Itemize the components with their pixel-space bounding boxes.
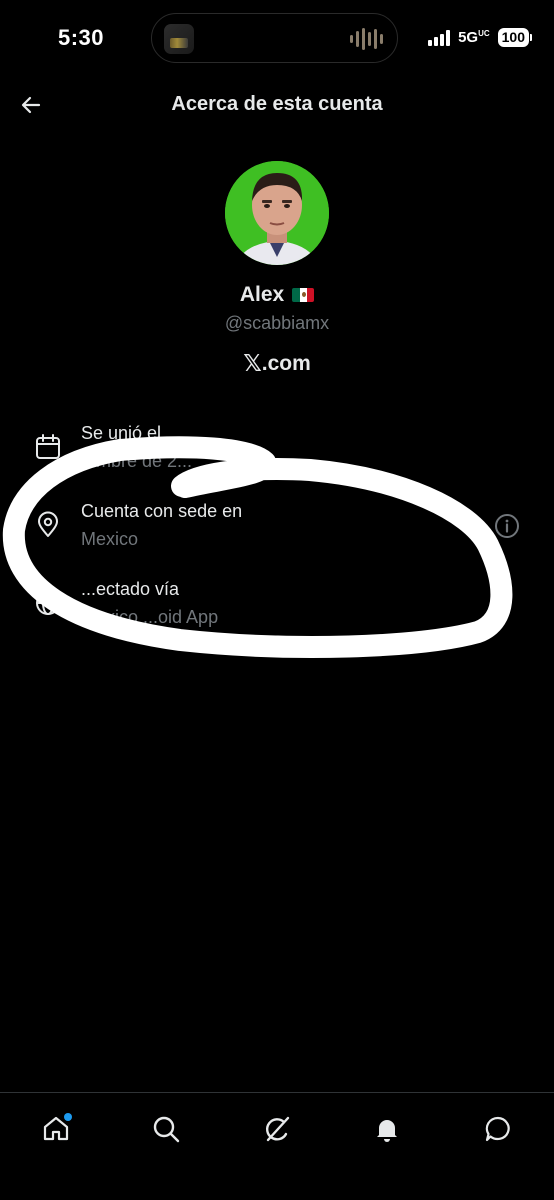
nav-search[interactable] xyxy=(146,1109,186,1149)
profile-handle: @scabbiamx xyxy=(224,313,330,333)
x-logo-icon: 𝕏 xyxy=(243,350,262,376)
platform-domain: .com xyxy=(261,351,311,375)
calendar-icon xyxy=(36,434,60,459)
profile-name: Alex xyxy=(239,283,285,306)
status-indicators: 5GUC 100 xyxy=(428,28,532,47)
info-icon[interactable] xyxy=(494,513,520,539)
status-time: 5:30 xyxy=(58,25,105,50)
grok-icon xyxy=(265,1116,290,1142)
nav-messages[interactable] xyxy=(478,1109,518,1149)
info-row-location: Cuenta con sede en Mexico xyxy=(0,501,554,571)
platform-label: 𝕏 .com xyxy=(0,350,554,377)
profile-name-row: Alex xyxy=(0,283,554,307)
battery-icon: 100 xyxy=(497,28,532,47)
location-label: Cuenta con sede en xyxy=(81,501,243,521)
info-row-joined: Se unió el ...mbre de 2... xyxy=(0,423,554,493)
page-title: Acerca de esta cuenta xyxy=(171,93,383,115)
nav-notifications[interactable] xyxy=(367,1109,407,1149)
bell-icon xyxy=(377,1120,397,1142)
signal-icon xyxy=(428,29,451,46)
avatar-photo xyxy=(225,161,329,265)
avatar[interactable] xyxy=(225,161,329,265)
messages-icon xyxy=(485,1116,510,1142)
location-value: Mexico xyxy=(81,529,139,549)
search-icon xyxy=(153,1116,180,1143)
connected-via-label: ...ectado vía xyxy=(81,579,180,599)
bottom-navigation xyxy=(0,1092,554,1200)
audio-waveform-icon xyxy=(350,28,383,50)
status-bar: 5:30 5GUC 100 xyxy=(0,0,554,76)
dynamic-island[interactable] xyxy=(151,13,398,63)
joined-label: Se unió el xyxy=(81,423,162,443)
nav-grok[interactable] xyxy=(257,1109,297,1149)
notification-dot xyxy=(64,1113,72,1121)
nav-home[interactable] xyxy=(36,1109,76,1149)
connected-via-value: Mexico ...oid App xyxy=(81,607,219,627)
now-playing-artwork xyxy=(164,24,194,54)
joined-value: ...mbre de 2... xyxy=(81,451,193,471)
location-pin-icon xyxy=(38,511,58,537)
battery-level: 100 xyxy=(497,28,529,47)
network-type: 5GUC xyxy=(458,29,490,46)
info-row-connected-via: ...ectado vía Mexico ...oid App xyxy=(0,579,554,649)
page-header: Acerca de esta cuenta xyxy=(0,80,554,130)
mexico-flag-icon xyxy=(292,288,315,302)
globe-icon xyxy=(36,591,60,615)
